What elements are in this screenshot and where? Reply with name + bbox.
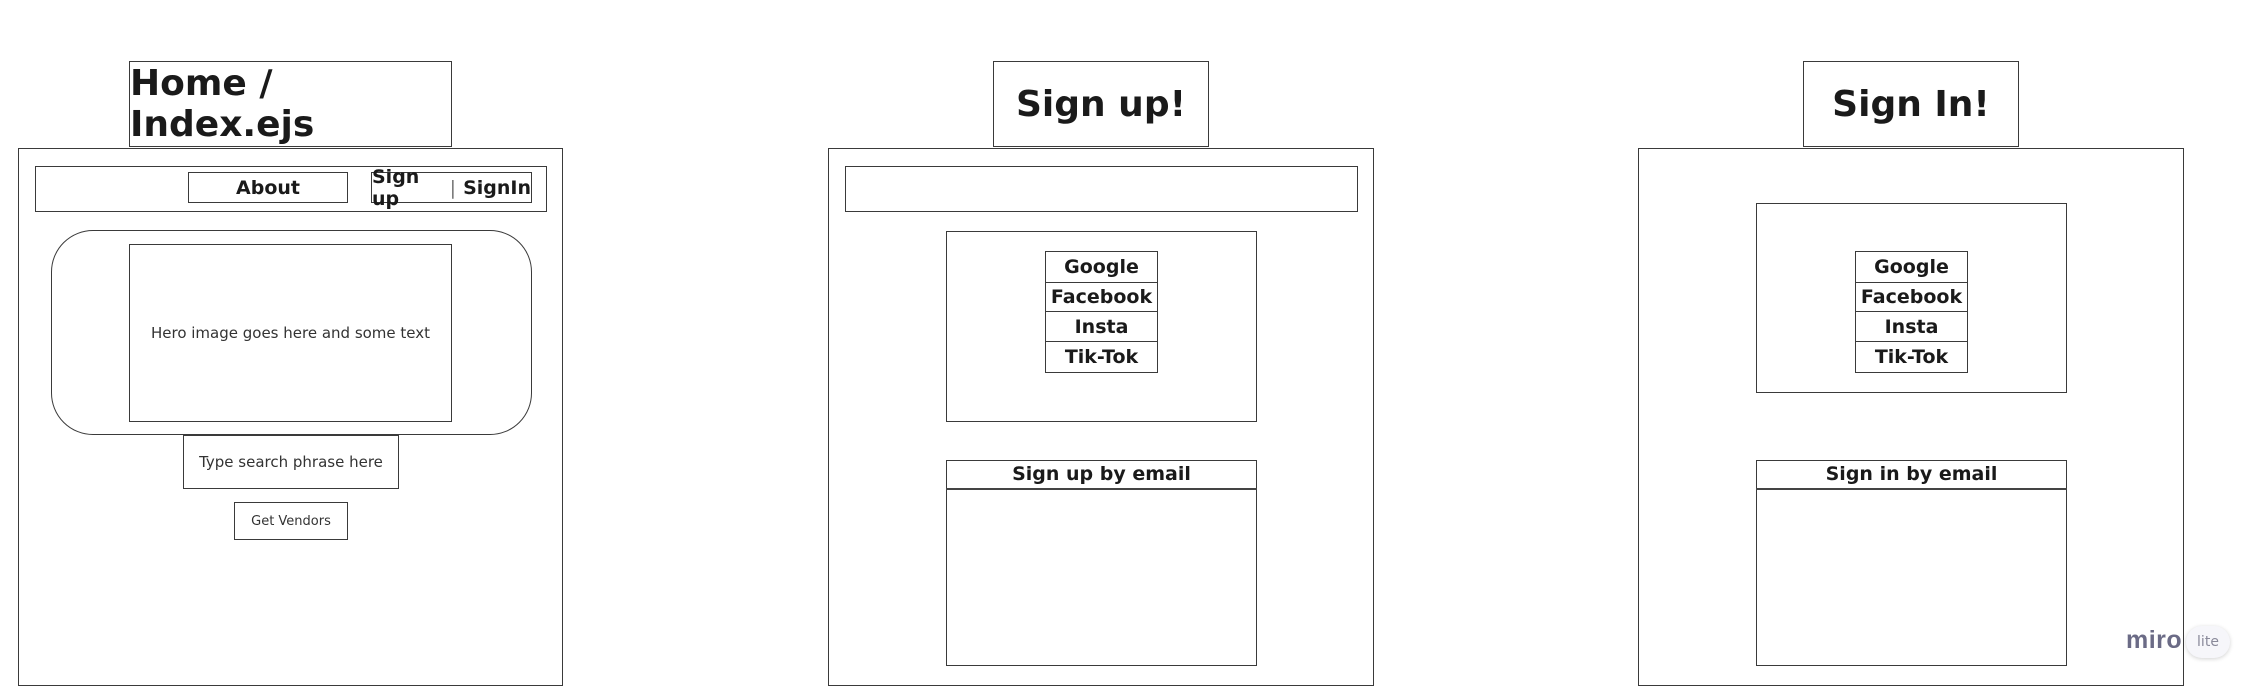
signup-link[interactable]: Sign up bbox=[372, 166, 443, 210]
search-input[interactable]: Type search phrase here bbox=[183, 435, 399, 489]
signup-navbar bbox=[845, 166, 1358, 212]
miro-logo: miro bbox=[2126, 626, 2182, 658]
hero-text: Hero image goes here and some text bbox=[150, 324, 431, 342]
signup-email-heading-box: Sign up by email bbox=[946, 460, 1257, 490]
about-label: About bbox=[236, 176, 300, 199]
get-vendors-button[interactable]: Get Vendors bbox=[234, 502, 348, 540]
about-link[interactable]: About bbox=[188, 172, 348, 203]
signup-email-heading: Sign up by email bbox=[1012, 463, 1191, 485]
signin-facebook-button[interactable]: Facebook bbox=[1855, 282, 1968, 312]
signup-facebook-button[interactable]: Facebook bbox=[1045, 282, 1158, 312]
hero-image-placeholder: Hero image goes here and some text bbox=[129, 244, 452, 422]
insta-label: Insta bbox=[1884, 315, 1939, 338]
facebook-label: Facebook bbox=[1860, 286, 1963, 308]
miro-logo-text: miro bbox=[2126, 626, 2183, 654]
nav-separator: | bbox=[449, 176, 457, 199]
tiktok-label: Tik-Tok bbox=[1064, 346, 1139, 368]
search-placeholder: Type search phrase here bbox=[199, 453, 383, 471]
signup-insta-button[interactable]: Insta bbox=[1045, 311, 1158, 342]
miro-lite-label: lite bbox=[2197, 634, 2219, 650]
signup-email-panel bbox=[946, 460, 1257, 666]
signin-email-panel bbox=[1756, 460, 2067, 666]
facebook-label: Facebook bbox=[1050, 286, 1153, 308]
signin-title-box: Sign In! bbox=[1803, 61, 2019, 147]
google-label: Google bbox=[1874, 256, 1949, 278]
insta-label: Insta bbox=[1074, 315, 1129, 338]
signin-email-heading-box: Sign in by email bbox=[1756, 460, 2067, 490]
signin-insta-button[interactable]: Insta bbox=[1855, 311, 1968, 342]
signin-tiktok-button[interactable]: Tik-Tok bbox=[1855, 341, 1968, 373]
signin-link[interactable]: SignIn bbox=[463, 177, 531, 199]
auth-links: Sign up | SignIn bbox=[371, 166, 532, 210]
tiktok-label: Tik-Tok bbox=[1874, 346, 1949, 368]
signin-title: Sign In! bbox=[1832, 83, 1990, 125]
signin-google-button[interactable]: Google bbox=[1855, 251, 1968, 283]
home-title-box: Home / Index.ejs bbox=[129, 61, 452, 147]
signup-title: Sign up! bbox=[1015, 83, 1186, 125]
signup-google-button[interactable]: Google bbox=[1045, 251, 1158, 283]
miro-lite-badge[interactable]: lite bbox=[2186, 626, 2230, 658]
signup-title-box: Sign up! bbox=[993, 61, 1209, 147]
get-vendors-label: Get Vendors bbox=[251, 513, 331, 529]
signin-email-heading: Sign in by email bbox=[1825, 463, 1998, 485]
google-label: Google bbox=[1064, 256, 1139, 278]
signup-tiktok-button[interactable]: Tik-Tok bbox=[1045, 341, 1158, 373]
home-title: Home / Index.ejs bbox=[130, 63, 315, 145]
